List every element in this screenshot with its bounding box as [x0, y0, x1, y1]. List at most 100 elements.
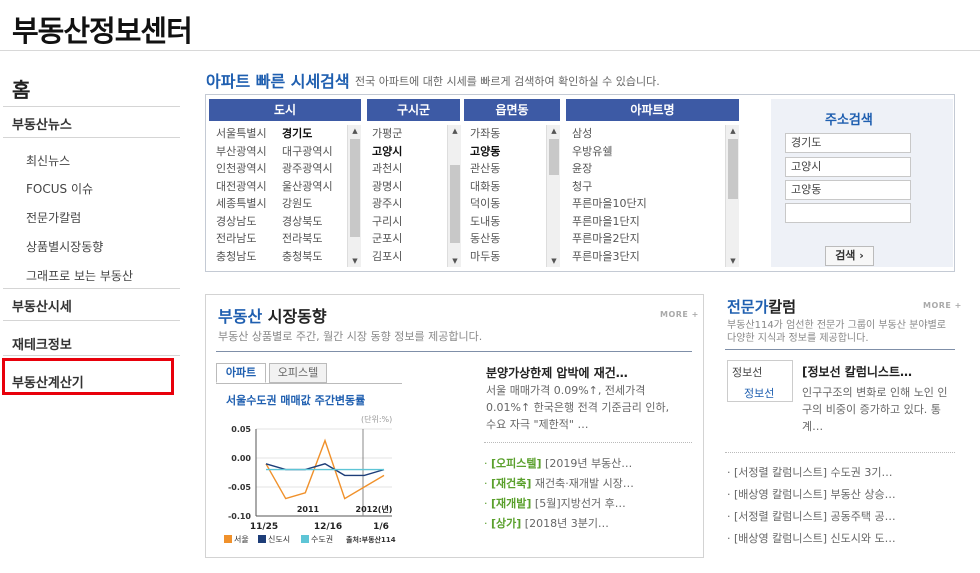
scroll-down-icon[interactable]: ▼ — [448, 255, 462, 267]
apartment-option[interactable]: 청구 — [572, 178, 592, 194]
sidebar-subitem-expert-column[interactable]: 전문가칼럼 — [26, 209, 81, 226]
sidebar-item-investment-info[interactable]: 재테크정보 — [12, 334, 72, 353]
market-news-item[interactable]: · [상가] [2018년 3분기… — [484, 515, 609, 531]
town-option[interactable]: 동산동 — [470, 230, 500, 246]
city-option[interactable]: 전라남도 — [216, 230, 256, 246]
city-option[interactable]: 광주광역시 — [282, 160, 333, 176]
town-option[interactable]: 관산동 — [470, 160, 500, 176]
address-city-field[interactable]: 고양시 — [785, 157, 911, 177]
price-change-chart: 서울수도권 매매값 주간변동률 (단위:%) 0.05 0.00 -0.05 -0.1… — [216, 383, 402, 551]
market-news-item[interactable]: · [재건축] 재건축·재개발 시장… — [484, 475, 634, 491]
bullet-icon: · — [484, 457, 491, 470]
column-list-item[interactable]: · [서정렬 칼럼니스트] 공동주택 공… — [727, 508, 896, 524]
tab-apartment[interactable]: 아파트 — [216, 363, 266, 383]
columnist-name[interactable]: 정보선 — [744, 385, 774, 401]
market-news-item[interactable]: · [오피스텔] [2019년 부동산… — [484, 455, 632, 471]
city-scrollbar[interactable]: ▲ ▼ — [347, 125, 361, 267]
scroll-up-icon[interactable]: ▲ — [726, 125, 740, 137]
sidebar-home[interactable]: 홈 — [12, 74, 30, 103]
market-trend-panel: 부동산 시장동향 부동산 상품별로 주간, 월간 시장 동향 정보를 제공합니다… — [205, 294, 704, 558]
scroll-down-icon[interactable]: ▼ — [547, 255, 561, 267]
town-listbox[interactable]: 가좌동고양동 관산동대화동 덕이동도내동 동산동마두동 — [470, 125, 540, 267]
scroll-thumb[interactable] — [450, 165, 460, 243]
district-option[interactable]: 광명시 — [372, 178, 402, 194]
scroll-down-icon[interactable]: ▼ — [726, 255, 740, 267]
scroll-thumb[interactable] — [549, 139, 559, 175]
scroll-up-icon[interactable]: ▲ — [348, 125, 362, 137]
town-option[interactable]: 고양동 — [470, 143, 500, 159]
city-listbox[interactable]: 서울특별시 경기도부산광역시 대구광역시인천광역시 광주광역시대전광역시 울산광역시세종… — [216, 125, 346, 267]
town-option[interactable]: 마두동 — [470, 248, 500, 264]
news-item-text: 재건축·재개발 시장… — [531, 477, 634, 490]
city-option[interactable]: 울산광역시 — [282, 178, 333, 194]
apartment-option[interactable]: 푸른마을10단지 — [572, 195, 647, 211]
scroll-thumb[interactable] — [728, 139, 738, 199]
town-option[interactable]: 대화동 — [470, 178, 500, 194]
legend-swatch — [301, 535, 309, 543]
city-option[interactable]: 서울특별시 — [216, 125, 267, 141]
column-list-item[interactable]: · [배상영 칼럼니스트] 신도시와 도… — [727, 530, 896, 546]
town-option[interactable]: 덕이동 — [470, 195, 500, 211]
city-option[interactable]: 대구광역시 — [282, 143, 333, 159]
apartment-option[interactable]: 윤장 — [572, 160, 592, 176]
column-headline[interactable]: [정보선 칼럼니스트… — [802, 363, 912, 380]
column-list-divider — [725, 452, 955, 453]
market-trend-description: 부동산 상품별로 주간, 월간 시장 동향 정보를 제공합니다. — [218, 330, 483, 343]
district-scrollbar[interactable]: ▲ ▼ — [447, 125, 461, 267]
address-search-button[interactable]: 검색 › — [825, 246, 874, 266]
city-option[interactable]: 경기도 — [282, 125, 312, 141]
site-title[interactable]: 부동산정보센터 — [12, 8, 193, 50]
sidebar-item-market-prices[interactable]: 부동산시세 — [12, 296, 72, 315]
district-option[interactable]: 광주시 — [372, 195, 402, 211]
city-option[interactable]: 세종특별시 — [216, 195, 267, 211]
town-option[interactable]: 가좌동 — [470, 125, 500, 141]
apartment-option[interactable]: 삼성 — [572, 125, 592, 141]
district-option[interactable]: 과천시 — [372, 160, 402, 176]
sidebar-divider — [3, 288, 180, 289]
apartment-option[interactable]: 우방유쉘 — [572, 143, 612, 159]
apartment-option[interactable]: 푸른마을2단지 — [572, 230, 640, 246]
legend-label: 신도시 — [268, 535, 290, 544]
address-town-field[interactable]: 고양동 — [785, 180, 911, 200]
sidebar-subitem-market-trends[interactable]: 상품별시장동향 — [26, 238, 103, 255]
district-option[interactable]: 군포시 — [372, 230, 402, 246]
chart-source: 출처:부동산114 — [346, 535, 396, 544]
apartment-option[interactable]: 푸른마을3단지 — [572, 248, 640, 264]
town-option[interactable]: 도내동 — [470, 213, 500, 229]
column-list-item[interactable]: · [서정렬 칼럼니스트] 수도권 3기… — [727, 464, 893, 480]
scroll-thumb[interactable] — [350, 139, 360, 237]
city-option[interactable]: 부산광역시 — [216, 143, 267, 159]
city-option[interactable]: 경상북도 — [282, 213, 322, 229]
column-list-item[interactable]: · [배상영 칼럼니스트] 부동산 상승… — [727, 486, 896, 502]
district-option[interactable]: 김포시 — [372, 248, 402, 264]
address-detail-field[interactable] — [785, 203, 911, 223]
column-more-link[interactable]: MORE + — [923, 301, 962, 310]
city-option[interactable]: 전라북도 — [282, 230, 322, 246]
market-news-item[interactable]: · [재개발] [5월]지방선거 후… — [484, 495, 626, 511]
scroll-down-icon[interactable]: ▼ — [348, 255, 362, 267]
scroll-up-icon[interactable]: ▲ — [547, 125, 561, 137]
market-news-headline[interactable]: 분양가상한제 압박에 재건… — [486, 364, 628, 381]
city-option[interactable]: 인천광역시 — [216, 160, 267, 176]
scroll-up-icon[interactable]: ▲ — [448, 125, 462, 137]
address-province-field[interactable]: 경기도 — [785, 133, 911, 153]
tab-officetel[interactable]: 오피스텔 — [269, 363, 327, 383]
city-option[interactable]: 강원도 — [282, 195, 312, 211]
market-more-link[interactable]: MORE + — [660, 310, 699, 319]
district-option[interactable]: 고양시 — [372, 143, 402, 159]
city-option[interactable]: 경상남도 — [216, 213, 256, 229]
sidebar-subitem-latest-news[interactable]: 최신뉴스 — [26, 152, 70, 169]
city-option[interactable]: 충청남도 — [216, 248, 256, 264]
sidebar-item-real-estate-news[interactable]: 부동산뉴스 — [12, 114, 72, 133]
town-scrollbar[interactable]: ▲ ▼ — [546, 125, 560, 267]
district-option[interactable]: 구리시 — [372, 213, 402, 229]
district-option[interactable]: 가평군 — [372, 125, 402, 141]
city-option[interactable]: 충청북도 — [282, 248, 322, 264]
apartment-scrollbar[interactable]: ▲ ▼ — [725, 125, 739, 267]
apartment-listbox[interactable]: 삼성우방유쉘 윤장청구 푸른마을10단지푸른마을1단지 푸른마을2단지푸른마을3단지 — [572, 125, 722, 267]
sidebar-subitem-focus-issue[interactable]: FOCUS 이슈 — [26, 180, 93, 197]
sidebar-subitem-graph-view[interactable]: 그래프로 보는 부동산 — [26, 267, 133, 284]
apartment-option[interactable]: 푸른마을1단지 — [572, 213, 640, 229]
district-listbox[interactable]: 가평군고양시 과천시광명시 광주시구리시 군포시김포시 — [372, 125, 442, 267]
city-option[interactable]: 대전광역시 — [216, 178, 267, 194]
